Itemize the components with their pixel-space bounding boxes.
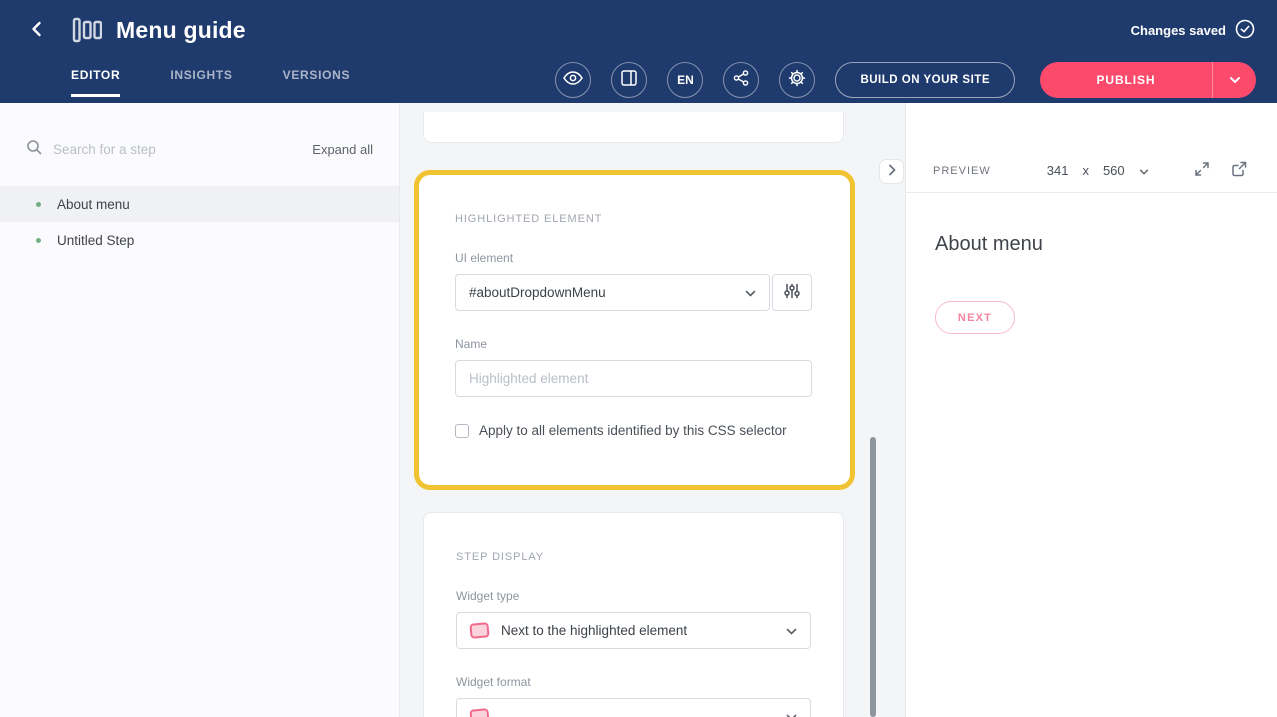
layout-button[interactable] xyxy=(611,62,647,98)
changes-saved-label: Changes saved xyxy=(1131,23,1226,38)
preview-header: PREVIEW 341 x 560 xyxy=(906,149,1277,193)
share-button[interactable] xyxy=(723,62,759,98)
editor-scrollbar[interactable] xyxy=(870,437,876,717)
name-label: Name xyxy=(455,337,812,351)
collapse-preview-button[interactable] xyxy=(879,159,904,184)
step-dot-icon xyxy=(36,238,41,243)
apply-all-row[interactable]: Apply to all elements identified by this… xyxy=(455,423,812,438)
search-step-input[interactable] xyxy=(53,142,223,157)
publish-button-group: PUBLISH xyxy=(1040,62,1256,98)
preview-panel: PREVIEW 341 x 560 xyxy=(905,103,1277,717)
chevron-down-icon xyxy=(745,284,756,302)
apply-all-checkbox[interactable] xyxy=(455,424,469,438)
widget-format-label: Widget format xyxy=(456,675,811,689)
tab-insights[interactable]: INSIGHTS xyxy=(170,56,232,97)
topbar-tabs-row: EDITOR INSIGHTS VERSIONS EN xyxy=(0,56,1277,103)
chevron-down-icon xyxy=(786,622,797,640)
app-logo-icon xyxy=(72,17,102,43)
back-button[interactable] xyxy=(28,20,46,41)
check-circle-icon xyxy=(1235,19,1255,42)
chevron-down-icon xyxy=(1229,72,1241,87)
build-on-your-site-button[interactable]: BUILD ON YOUR SITE xyxy=(835,62,1015,98)
widget-type-row: Next to the highlighted element xyxy=(456,612,811,649)
widget-type-value: Next to the highlighted element xyxy=(501,623,786,638)
step-item-about-menu[interactable]: About menu xyxy=(0,186,399,222)
selector-settings-button[interactable] xyxy=(772,274,812,311)
preview-size-selector[interactable]: 341 x 560 xyxy=(1047,163,1149,178)
gear-icon xyxy=(788,69,806,90)
search-icon xyxy=(26,139,42,160)
card-title: HIGHLIGHTED ELEMENT xyxy=(455,213,812,225)
share-icon xyxy=(733,70,749,89)
apply-all-label: Apply to all elements identified by this… xyxy=(479,423,787,438)
topbar: Menu guide Changes saved EDITOR INSIGHTS… xyxy=(0,0,1277,103)
step-item-label: About menu xyxy=(57,197,130,212)
preview-header-icons xyxy=(1194,161,1247,180)
preview-size-separator: x xyxy=(1082,163,1089,178)
step-editor: HIGHLIGHTED ELEMENT UI element #aboutDro… xyxy=(400,103,905,717)
step-search xyxy=(26,139,312,160)
settings-button[interactable] xyxy=(779,62,815,98)
step-list: About menu Untitled Step xyxy=(0,186,399,258)
steps-sidebar: Expand all About menu Untitled Step xyxy=(0,103,400,717)
language-label: EN xyxy=(677,73,694,87)
external-link-icon xyxy=(1231,161,1247,180)
ui-element-value: #aboutDropdownMenu xyxy=(469,285,745,300)
tab-editor[interactable]: EDITOR xyxy=(71,56,120,97)
preview-next-button[interactable]: NEXT xyxy=(935,301,1015,334)
step-dot-icon xyxy=(36,202,41,207)
publish-dropdown-button[interactable] xyxy=(1212,62,1256,98)
preview-width-value: 341 xyxy=(1047,163,1069,178)
step-display-card: STEP DISPLAY Widget type Next to the hig… xyxy=(423,512,844,717)
fullscreen-preview-button[interactable] xyxy=(1194,161,1210,180)
topbar-tabs: EDITOR INSIGHTS VERSIONS xyxy=(71,56,350,103)
card-title: STEP DISPLAY xyxy=(456,551,811,563)
preview-label: PREVIEW xyxy=(933,165,991,177)
eye-icon xyxy=(563,71,583,88)
ui-element-row: #aboutDropdownMenu xyxy=(455,274,812,311)
preview-height-value: 560 xyxy=(1103,163,1125,178)
tooltip-widget-icon xyxy=(469,708,489,717)
sidebar-header: Expand all xyxy=(0,103,399,160)
chevron-down-icon xyxy=(1139,163,1149,178)
preview-body: About menu NEXT xyxy=(906,193,1277,334)
page-title: Menu guide xyxy=(116,17,246,44)
layout-panel-icon xyxy=(621,70,637,89)
widget-type-label: Widget type xyxy=(456,589,811,603)
changes-saved-status: Changes saved xyxy=(1131,19,1255,42)
sliders-icon xyxy=(784,283,800,302)
scrolled-card-partial xyxy=(423,112,844,143)
publish-button[interactable]: PUBLISH xyxy=(1040,62,1212,98)
ui-element-label: UI element xyxy=(455,251,812,265)
tab-versions[interactable]: VERSIONS xyxy=(283,56,351,97)
widget-format-row xyxy=(456,698,811,717)
chevron-right-icon xyxy=(888,164,896,179)
step-item-untitled-step[interactable]: Untitled Step xyxy=(0,222,399,258)
open-in-new-window-button[interactable] xyxy=(1231,161,1247,180)
app-window: Menu guide Changes saved EDITOR INSIGHTS… xyxy=(0,0,1277,717)
tooltip-widget-icon xyxy=(469,622,489,639)
preview-eye-button[interactable] xyxy=(555,62,591,98)
chevron-left-icon xyxy=(28,20,46,41)
widget-type-select[interactable]: Next to the highlighted element xyxy=(456,612,811,649)
topbar-actions: EN xyxy=(555,56,1256,103)
step-item-label: Untitled Step xyxy=(57,233,134,248)
preview-step-title: About menu xyxy=(935,233,1277,256)
chevron-down-icon xyxy=(786,708,797,717)
highlighted-element-name-input[interactable] xyxy=(455,360,812,397)
widget-format-select[interactable] xyxy=(456,698,811,717)
ui-element-select[interactable]: #aboutDropdownMenu xyxy=(455,274,770,311)
main-body: Expand all About menu Untitled Step HIGH… xyxy=(0,103,1277,717)
highlighted-element-card: HIGHLIGHTED ELEMENT UI element #aboutDro… xyxy=(414,170,855,490)
expand-all-button[interactable]: Expand all xyxy=(312,142,373,157)
language-button[interactable]: EN xyxy=(667,62,703,98)
topbar-title-row: Menu guide Changes saved xyxy=(0,0,1277,56)
expand-icon xyxy=(1194,161,1210,180)
